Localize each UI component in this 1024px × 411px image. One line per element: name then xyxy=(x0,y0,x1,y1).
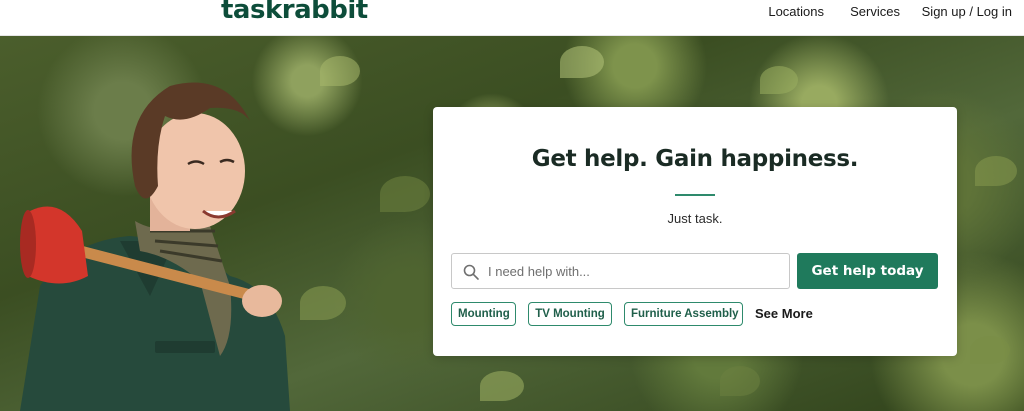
foliage-leaf xyxy=(720,366,760,396)
chip-furniture-assembly[interactable]: Furniture Assembly xyxy=(624,302,743,326)
hero-title: Get help. Gain happiness. xyxy=(531,146,859,172)
hero-subtitle: Just task. xyxy=(667,211,723,226)
get-help-today-button[interactable]: Get help today xyxy=(797,253,938,289)
title-divider xyxy=(675,194,715,196)
nav-locations-link[interactable]: Locations xyxy=(768,4,824,20)
foliage-leaf xyxy=(970,336,1010,364)
foliage-leaf xyxy=(480,371,524,401)
chip-mounting[interactable]: Mounting xyxy=(451,302,516,326)
person-with-plunger-image xyxy=(20,82,290,411)
chip-tv-mounting[interactable]: TV Mounting xyxy=(528,302,612,326)
site-header: taskrabbit Locations Services Sign up / … xyxy=(0,0,1024,36)
foliage-leaf xyxy=(975,156,1017,186)
foliage-leaf xyxy=(560,46,604,78)
foliage-leaf xyxy=(760,66,798,94)
search-icon xyxy=(463,264,479,280)
foliage-leaf xyxy=(320,56,360,86)
task-search-box[interactable] xyxy=(451,253,790,289)
nav-services-link[interactable]: Services xyxy=(850,4,900,20)
nav-signup-login-link[interactable]: Sign up / Log in xyxy=(922,4,1012,20)
see-more-link[interactable]: See More xyxy=(755,306,813,322)
hero-search-card: Get help. Gain happiness. Just task. Get… xyxy=(433,107,957,356)
task-search-input[interactable] xyxy=(488,254,783,288)
taskrabbit-logo[interactable]: taskrabbit xyxy=(221,0,368,26)
foliage-leaf xyxy=(380,176,430,212)
